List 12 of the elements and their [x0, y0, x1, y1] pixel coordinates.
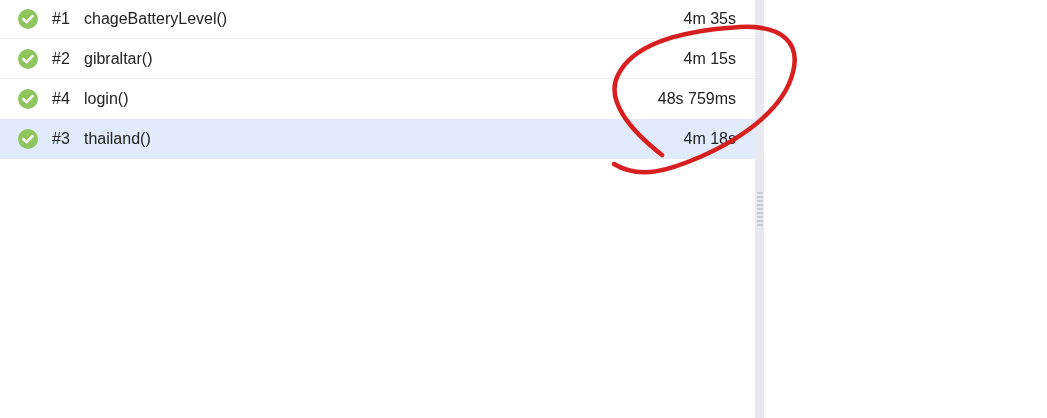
test-number: #2	[52, 48, 71, 69]
test-number: #4	[52, 89, 71, 109]
test-name: gibraltar()	[84, 48, 154, 69]
test-name: chageBatteryLevel()	[84, 8, 229, 29]
test-name: login()	[84, 89, 130, 109]
test-duration: 4m 15s	[683, 48, 736, 69]
splitter-handle[interactable]	[755, 0, 764, 418]
test-number: #1	[52, 8, 71, 29]
test-number: #3	[52, 129, 71, 149]
test-duration: 4m 35s	[683, 8, 736, 29]
test-duration: 48s 759ms	[657, 89, 736, 109]
test-name: thailand()	[84, 129, 152, 149]
